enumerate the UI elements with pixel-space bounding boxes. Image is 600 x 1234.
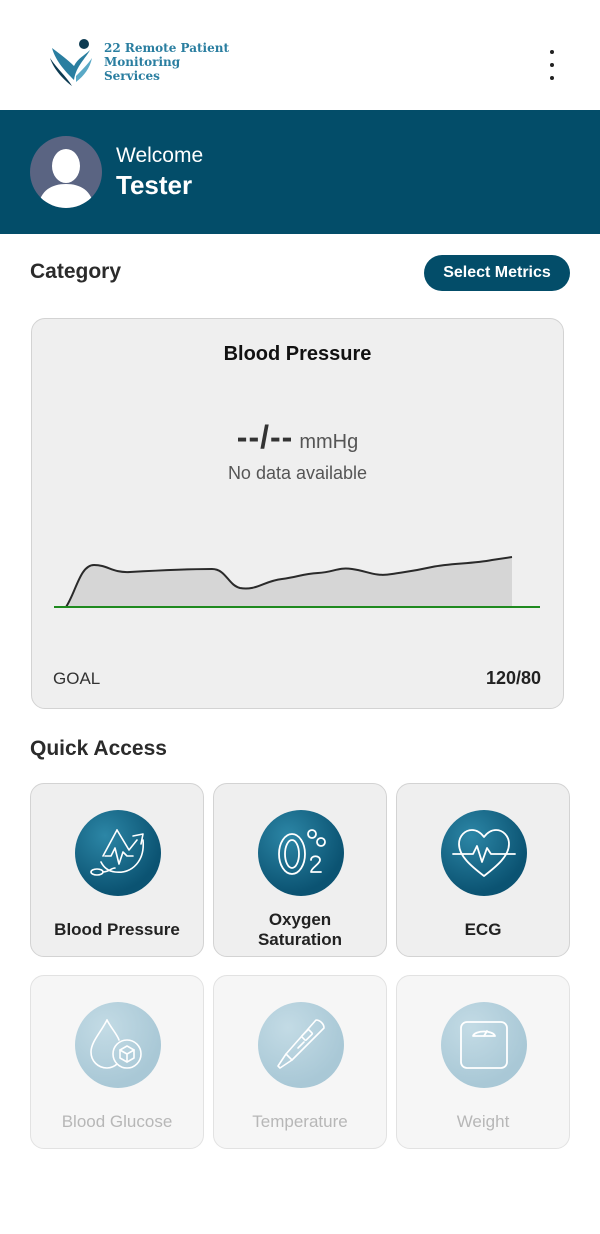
quick-access-title: Quick Access	[30, 737, 167, 760]
blood-pressure-icon	[90, 829, 144, 876]
thermometer-icon	[277, 1019, 325, 1069]
tile-label: Temperature	[252, 1112, 348, 1131]
select-metrics-button[interactable]: Select Metrics	[424, 255, 570, 291]
tile-label: Blood Pressure	[54, 920, 180, 939]
scale-icon	[460, 1021, 508, 1069]
user-name: Tester	[116, 170, 193, 200]
welcome-text: Welcome	[116, 144, 204, 167]
quick-access-blood-glucose[interactable]: Blood Glucose	[30, 975, 204, 1149]
no-data-text: No data available	[227, 463, 368, 483]
avatar[interactable]	[30, 136, 102, 208]
top-bar: 22 Remote Patient Monitoring Services	[0, 0, 600, 110]
trend-chart	[54, 556, 540, 608]
reading: --/-- mmHg	[32, 419, 563, 456]
logo-text-line1: 22 Remote Patient	[104, 41, 230, 55]
tile-label: Oxygen Saturation	[214, 910, 386, 950]
quick-access-temperature[interactable]: Temperature	[213, 975, 387, 1149]
tile-label: Weight	[456, 1112, 510, 1131]
app-logo: 22 Remote Patient Monitoring Services	[46, 36, 236, 88]
blood-pressure-card[interactable]: Blood Pressure --/-- mmHg No data availab…	[31, 318, 564, 709]
kebab-menu-icon[interactable]	[540, 50, 564, 80]
quick-access-blood-pressure[interactable]: Blood Pressure	[30, 783, 204, 957]
user-silhouette-icon	[38, 149, 94, 208]
oxygen-saturation-icon	[278, 829, 326, 875]
logo-text-line2: Monitoring Services	[104, 55, 181, 83]
tile-label: ECG	[464, 920, 502, 939]
tile-label: Blood Glucose	[61, 1112, 173, 1131]
blood-glucose-icon	[90, 1019, 142, 1069]
reading-value: --/--	[236, 419, 294, 455]
goal-label: GOAL	[53, 669, 101, 688]
tile-label-line1: Oxygen	[268, 910, 332, 929]
goal-value: 120/80	[485, 668, 541, 688]
quick-access-oxygen-saturation[interactable]: Oxygen Saturation	[213, 783, 387, 957]
reading-unit: mmHg	[299, 431, 359, 453]
quick-access-ecg[interactable]: ECG	[396, 783, 570, 957]
card-title: Blood Pressure	[223, 343, 372, 365]
tile-label-line2: Saturation	[257, 930, 343, 949]
logo-icon	[50, 39, 92, 86]
quick-access-weight[interactable]: Weight	[396, 975, 570, 1149]
ecg-heart-icon	[452, 829, 516, 877]
category-title: Category	[30, 260, 122, 283]
